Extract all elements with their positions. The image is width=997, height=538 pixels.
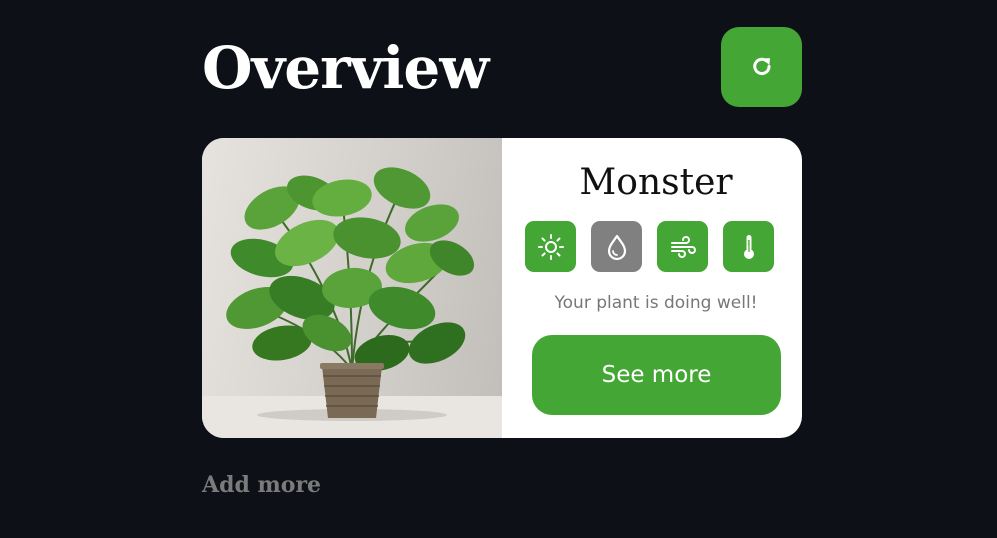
status-text: Your plant is doing well! — [554, 293, 758, 313]
thermometer-icon — [743, 234, 754, 259]
plant-name: Monster — [579, 162, 733, 203]
plant-photo — [202, 138, 502, 438]
plant-card: Monster Your plant is doing well! See mo… — [202, 138, 802, 438]
plant-info-panel: Monster Your plant is doing well! See mo… — [502, 138, 802, 438]
wind-icon — [670, 235, 696, 258]
air-status[interactable] — [657, 221, 708, 272]
light-status[interactable] — [525, 221, 576, 272]
page-title: Overview — [202, 34, 489, 102]
add-more-link[interactable]: Add more — [202, 470, 321, 500]
status-icons — [525, 221, 774, 272]
sun-icon — [537, 233, 564, 260]
temperature-status[interactable] — [723, 221, 774, 272]
see-more-button[interactable]: See more — [532, 335, 781, 415]
water-status[interactable] — [591, 221, 642, 272]
refresh-icon — [752, 57, 771, 76]
refresh-button[interactable] — [721, 27, 802, 107]
water-drop-icon — [607, 234, 626, 260]
